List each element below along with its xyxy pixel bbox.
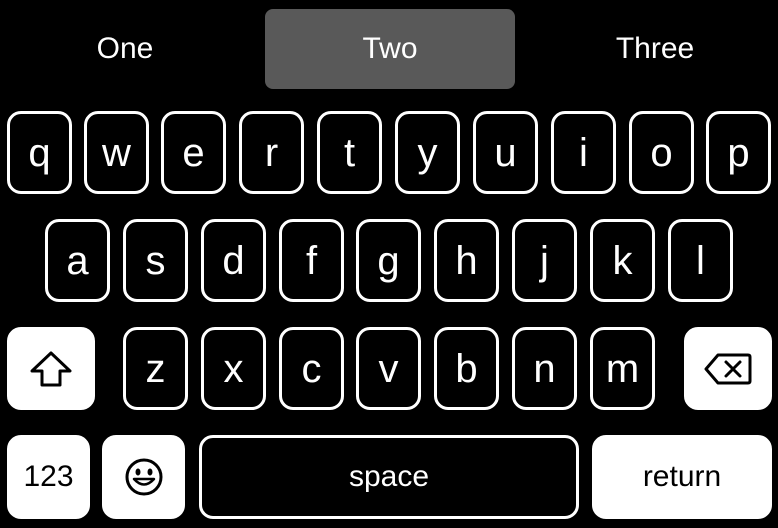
- key-d[interactable]: d: [201, 219, 266, 302]
- key-label: r: [264, 130, 279, 175]
- key-label: i: [579, 130, 588, 175]
- key-label: d: [222, 238, 245, 283]
- key-label: c: [301, 346, 322, 391]
- key-j[interactable]: j: [512, 219, 577, 302]
- shift-icon: [30, 351, 72, 386]
- emoji-key[interactable]: [102, 435, 185, 519]
- key-w[interactable]: w: [84, 111, 149, 194]
- key-s[interactable]: s: [123, 219, 188, 302]
- key-h[interactable]: h: [434, 219, 499, 302]
- key-g[interactable]: g: [356, 219, 421, 302]
- delete-key[interactable]: [684, 327, 772, 410]
- key-label: s: [145, 238, 166, 283]
- key-label: m: [605, 346, 640, 391]
- key-e[interactable]: e: [161, 111, 226, 194]
- key-label: e: [182, 130, 205, 175]
- key-v[interactable]: v: [356, 327, 421, 410]
- key-label: h: [455, 238, 478, 283]
- key-label: k: [612, 238, 633, 283]
- emoji-icon: [125, 458, 162, 496]
- space-key[interactable]: space: [199, 435, 579, 519]
- key-q[interactable]: q: [7, 111, 72, 194]
- key-label: v: [378, 346, 399, 391]
- key-a[interactable]: a: [45, 219, 110, 302]
- key-p[interactable]: p: [706, 111, 771, 194]
- key-m[interactable]: m: [590, 327, 655, 410]
- key-label: b: [455, 346, 478, 391]
- key-label: z: [145, 346, 166, 391]
- space-label: space: [348, 460, 430, 493]
- key-k[interactable]: k: [590, 219, 655, 302]
- return-label: return: [642, 460, 722, 493]
- key-label: t: [343, 130, 356, 175]
- key-label: f: [305, 238, 318, 283]
- numbers-key[interactable]: 123: [7, 435, 90, 519]
- key-label: j: [540, 238, 549, 283]
- key-i[interactable]: i: [551, 111, 616, 194]
- key-label: g: [377, 238, 400, 283]
- key-label: u: [494, 130, 517, 175]
- key-l[interactable]: l: [668, 219, 733, 302]
- suggestion-one[interactable]: One: [0, 9, 250, 89]
- key-n[interactable]: n: [512, 327, 577, 410]
- return-key[interactable]: return: [592, 435, 772, 519]
- key-label: x: [223, 346, 244, 391]
- key-label: a: [66, 238, 89, 283]
- key-y[interactable]: y: [395, 111, 460, 194]
- key-label: n: [533, 346, 556, 391]
- suggestion-three[interactable]: Three: [530, 9, 778, 89]
- suggestion-two[interactable]: Two: [265, 9, 515, 89]
- shift-key[interactable]: [7, 327, 95, 410]
- key-label: p: [727, 130, 750, 175]
- key-label: q: [28, 130, 51, 175]
- delete-icon: [704, 353, 752, 384]
- key-label: w: [102, 130, 131, 175]
- key-x[interactable]: x: [201, 327, 266, 410]
- key-u[interactable]: u: [473, 111, 538, 194]
- key-r[interactable]: r: [239, 111, 304, 194]
- key-o[interactable]: o: [629, 111, 694, 194]
- key-z[interactable]: z: [123, 327, 188, 410]
- suggestion-bar: One Two Three: [0, 0, 778, 100]
- key-f[interactable]: f: [279, 219, 344, 302]
- key-label: o: [650, 130, 673, 175]
- key-b[interactable]: b: [434, 327, 499, 410]
- numbers-label: 123: [23, 460, 74, 493]
- key-c[interactable]: c: [279, 327, 344, 410]
- key-label: l: [696, 238, 705, 283]
- key-label: y: [417, 130, 438, 175]
- key-t[interactable]: t: [317, 111, 382, 194]
